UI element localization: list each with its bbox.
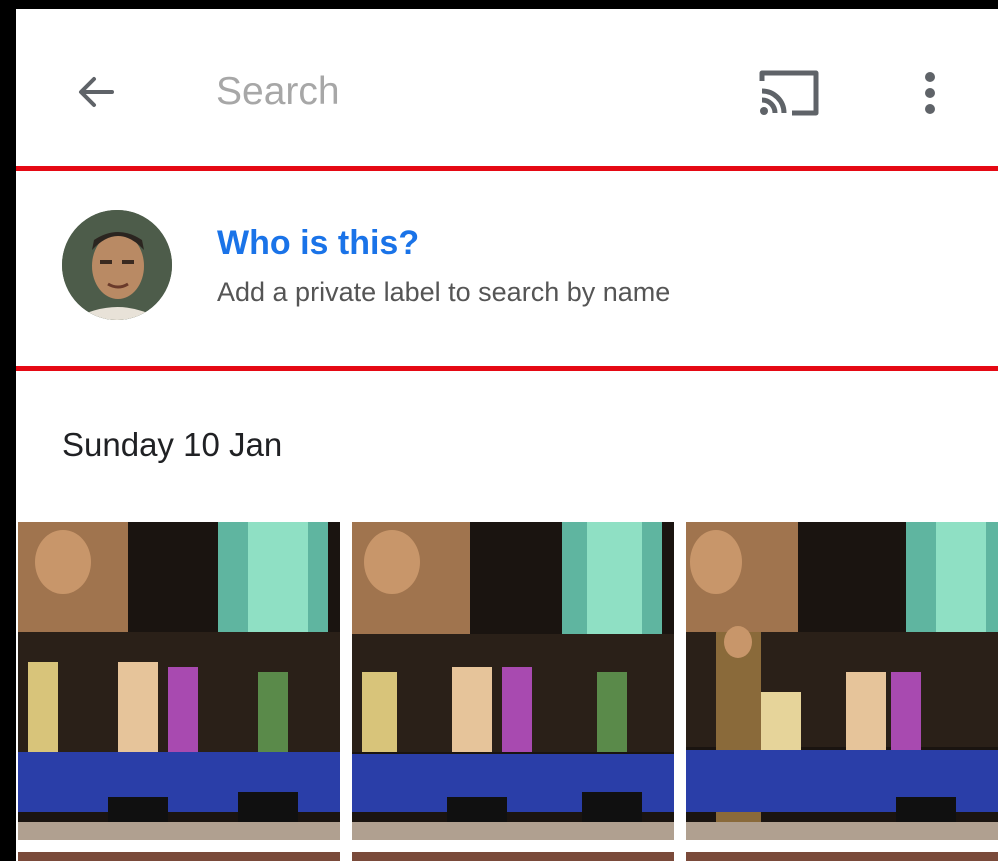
more-options-button[interactable] xyxy=(910,61,950,125)
photo-thumbnail[interactable] xyxy=(686,522,998,840)
screenshot-border-left xyxy=(0,0,16,861)
concert-photo xyxy=(352,522,674,840)
concert-photo xyxy=(18,522,340,840)
photo-thumbnail[interactable] xyxy=(18,522,340,840)
highlight-line-bottom xyxy=(16,366,998,371)
face-label-subtitle: Add a private label to search by name xyxy=(217,277,671,307)
face-thumbnail xyxy=(62,210,172,320)
face-label-suggestion[interactable]: Who is this? Add a private label to sear… xyxy=(16,174,998,366)
more-vert-icon xyxy=(925,72,935,114)
face-avatar[interactable] xyxy=(62,210,172,320)
cast-icon xyxy=(759,70,819,116)
top-app-bar xyxy=(16,9,998,165)
cast-button[interactable] xyxy=(754,63,824,123)
photo-thumbnail[interactable] xyxy=(352,522,674,840)
concert-photo xyxy=(686,522,998,840)
highlight-line-top xyxy=(16,166,998,171)
date-section-header: Sunday 10 Jan xyxy=(62,426,283,463)
back-button[interactable] xyxy=(68,64,124,120)
arrow-left-icon xyxy=(79,77,114,107)
search-input[interactable] xyxy=(216,67,696,117)
photo-thumbnail-next-row[interactable] xyxy=(352,852,674,861)
photo-thumbnail-next-row[interactable] xyxy=(18,852,340,861)
screenshot-border-top xyxy=(0,0,998,9)
photo-thumbnail-next-row[interactable] xyxy=(686,852,998,861)
face-label-title: Who is this? xyxy=(217,224,420,262)
